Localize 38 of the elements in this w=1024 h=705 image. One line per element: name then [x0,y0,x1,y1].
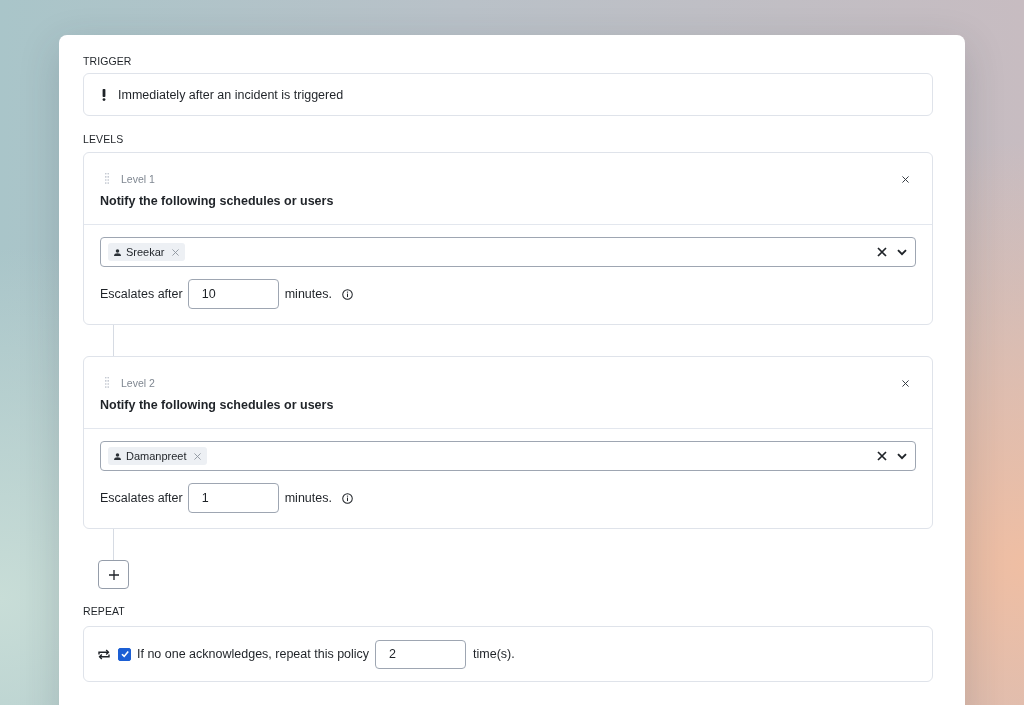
minutes-input[interactable]: 10 [187,279,279,309]
trigger-text: Immediately after an incident is triggered [118,86,344,103]
section-heading: REPEAT [83,604,126,618]
repeat-label: If no one acknowledges, repeat this policy [137,646,370,662]
minutes-label: minutes. [284,286,332,302]
chevron-down-icon[interactable] [897,248,907,256]
drag-handle-icon[interactable] [105,377,109,389]
plus-icon [108,569,119,580]
escalates-label: Escalates after [100,286,183,302]
recipient-name: Damanpreet [126,449,187,463]
user-icon [114,452,121,460]
chevron-down-icon[interactable] [897,452,907,460]
exclamation-icon [102,88,106,101]
close-icon [901,379,909,387]
info-icon[interactable] [341,492,353,504]
level-title: Notify the following schedules or users [100,193,335,209]
level-label: Level 1 [121,172,155,186]
repeat-checkbox[interactable] [118,647,131,661]
info-icon[interactable] [341,288,353,300]
recipient-select-field[interactable]: Damanpreet [100,441,916,471]
minutes-label: minutes. [284,490,332,506]
recipient-select-field[interactable]: Sreekar [100,237,916,267]
times-label: time(s). [473,646,515,662]
add-level-button[interactable] [98,560,129,589]
escalates-label: Escalates after [100,490,183,506]
close-icon [901,175,909,183]
repeat-icon [98,648,110,660]
section-heading: TRIGGER [83,54,133,68]
clear-icon[interactable] [877,247,887,257]
section-heading: LEVELS [83,132,125,146]
minutes-input[interactable]: 1 [187,483,279,513]
drag-handle-icon[interactable] [105,173,109,185]
recipient-name: Sreekar [126,245,165,259]
clear-icon[interactable] [877,451,887,461]
level-label: Level 2 [121,376,155,390]
user-icon [114,248,121,256]
repeat-count-input[interactable]: 2 [375,639,467,669]
level-title: Notify the following schedules or users [100,397,335,413]
